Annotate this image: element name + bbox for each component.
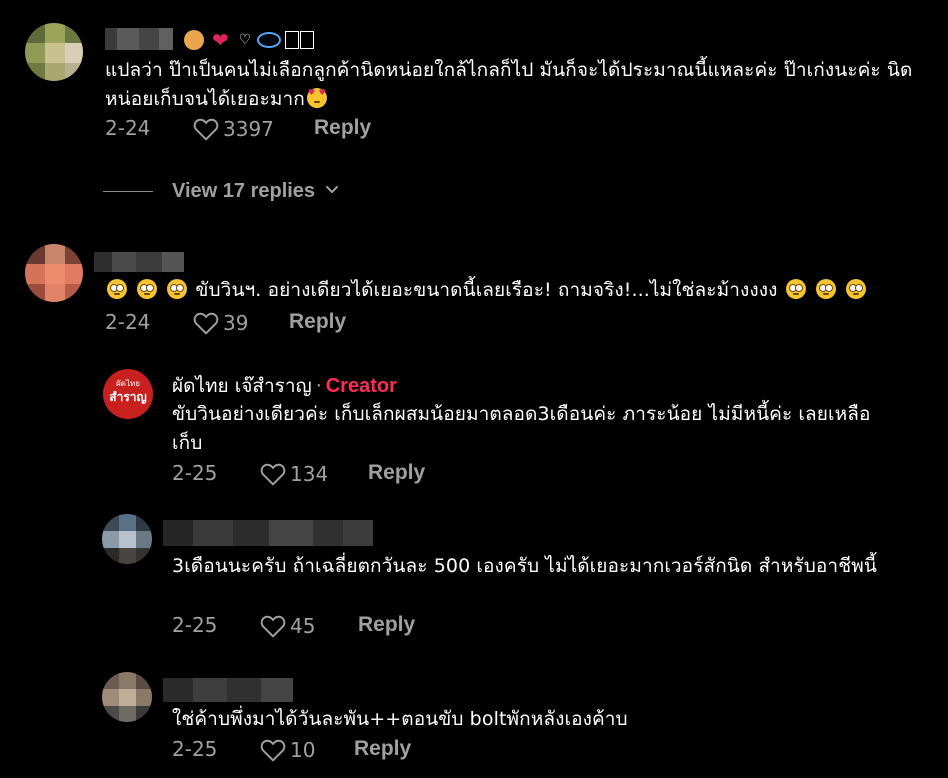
smiling-face-with-hearts-icon: ♥ ♥ — [306, 88, 327, 108]
comment-date: 2-24 — [105, 116, 151, 140]
avatar[interactable] — [25, 244, 83, 302]
separator-dot: · — [315, 375, 322, 397]
username-redacted[interactable] — [163, 520, 373, 546]
face-with-rolling-eyes-icon — [167, 279, 188, 299]
reply-button[interactable]: Reply — [314, 116, 371, 140]
face-with-rolling-eyes-icon — [785, 279, 806, 299]
unknown-glyph-icon — [300, 31, 315, 49]
like-button[interactable]: 3397 — [193, 117, 274, 141]
face-with-rolling-eyes-icon — [815, 279, 836, 299]
divider-line — [103, 190, 153, 192]
reply-button[interactable]: Reply — [368, 461, 425, 485]
comment-date: 2-24 — [105, 310, 151, 334]
like-count: 10 — [290, 738, 316, 762]
reply-meta: 2-25 134 Reply — [172, 459, 572, 489]
person-emoji-icon — [184, 30, 204, 50]
view-replies-button[interactable]: View 17 replies — [103, 176, 339, 206]
reply-date: 2-25 — [172, 461, 218, 485]
avatar-logo-text: สำราญ — [109, 390, 147, 404]
like-count: 45 — [290, 614, 316, 638]
like-button[interactable]: 10 — [260, 738, 315, 762]
reply-meta: 2-25 45 Reply — [172, 611, 572, 641]
avatar[interactable] — [102, 514, 152, 564]
reply-button[interactable]: Reply — [358, 613, 415, 637]
heart-outline-icon — [260, 463, 286, 486]
face-with-rolling-eyes-icon — [137, 279, 158, 299]
reply-item: ใช่ค้าบพึ่งมาได้วันละพัน++ตอนขับ boltพัก… — [0, 670, 948, 778]
username-redacted[interactable] — [105, 28, 173, 50]
like-count: 3397 — [223, 117, 274, 141]
avatar[interactable] — [102, 672, 152, 722]
comment-text: แปลว่า ป๊าเป็นคนไม่เลือกลูกค้านิดหน่อยใก… — [105, 59, 913, 110]
username-emoji-decorations: ❤ ♡ — [184, 28, 315, 52]
reply-text: ใช่ค้าบพึ่งมาได้วันละพัน++ตอนขับ boltพัก… — [172, 708, 628, 730]
unknown-glyph-icon — [285, 31, 300, 49]
reply-item: 3เดือนนะครับ ถ้าเฉลี่ยตกวันละ 500 เองครั… — [0, 512, 948, 642]
comment-item: ขับวินฯ. อย่างเดียวได้เยอะขนาดนี้เลยเรือ… — [0, 240, 948, 340]
reply-button[interactable]: Reply — [354, 737, 411, 761]
username-redacted[interactable] — [163, 678, 293, 702]
author-name: ผัดไทย เจ๊สำราญ — [172, 375, 312, 397]
white-heart-icon: ♡ — [238, 32, 252, 48]
like-button[interactable]: 45 — [260, 614, 315, 638]
reply-date: 2-25 — [172, 737, 218, 761]
reply-text: ขับวินอย่างเดียวค่ะ เก็บเล็กผสมน้อยมาตลอ… — [172, 403, 871, 454]
comment-item: ❤ ♡ แปลว่า ป๊าเป็นคนไม่เลือกลูกค้านิดหน่… — [0, 0, 948, 170]
username-redacted[interactable] — [94, 252, 184, 272]
like-button[interactable]: 134 — [260, 462, 328, 486]
reply-item: ผัดไทย สำราญ ผัดไทย เจ๊สำราญ · Creator ขับ… — [0, 365, 948, 495]
reply-meta: 2-25 10 Reply — [172, 735, 572, 765]
reply-date: 2-25 — [172, 613, 218, 637]
comment-meta: 2-24 39 Reply — [105, 308, 505, 338]
heart-outline-icon — [260, 739, 286, 762]
avatar[interactable] — [25, 23, 83, 81]
face-with-rolling-eyes-icon — [107, 279, 127, 299]
chevron-down-icon — [325, 183, 339, 199]
reply-button[interactable]: Reply — [289, 310, 346, 334]
like-button[interactable]: 39 — [193, 311, 248, 335]
dizzy-icon — [257, 32, 282, 48]
face-with-rolling-eyes-icon — [845, 279, 866, 299]
like-count: 134 — [290, 462, 329, 486]
comment-meta: 2-24 3397 Reply — [105, 114, 505, 144]
creator-avatar[interactable]: ผัดไทย สำราญ — [103, 369, 153, 419]
heart-outline-icon — [193, 118, 219, 141]
comment-text: ขับวินฯ. อย่างเดียวได้เยอะขนาดนี้เลยเรือ… — [105, 276, 925, 305]
red-heart-icon: ❤ — [212, 28, 229, 52]
like-count: 39 — [223, 311, 249, 335]
creator-badge: Creator — [325, 375, 397, 397]
heart-outline-icon — [193, 312, 219, 335]
view-replies-label: View 17 replies — [172, 179, 316, 202]
heart-outline-icon — [260, 615, 286, 638]
reply-text: 3เดือนนะครับ ถ้าเฉลี่ยตกวันละ 500 เองครั… — [172, 555, 877, 577]
reply-author[interactable]: ผัดไทย เจ๊สำราญ · Creator — [172, 371, 397, 401]
